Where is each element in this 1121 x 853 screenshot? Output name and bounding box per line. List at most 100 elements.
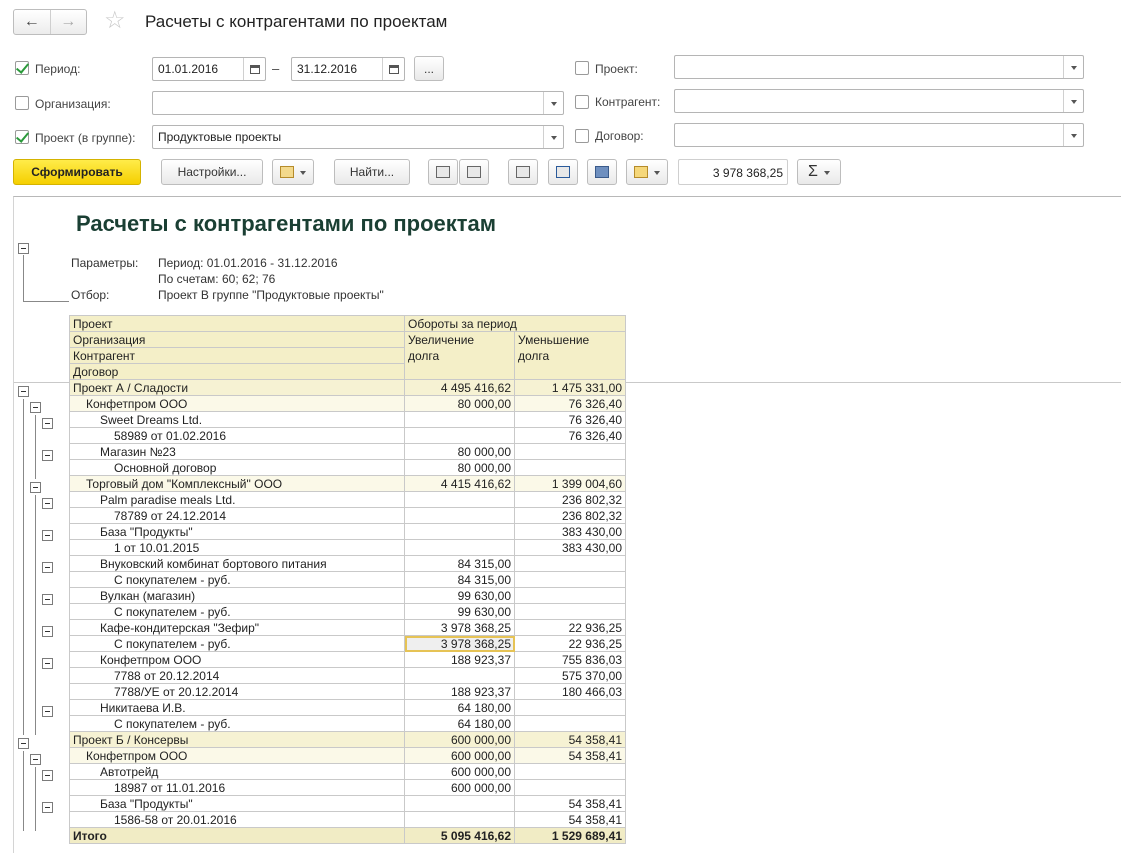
collapse-group-icon[interactable]	[30, 754, 41, 765]
collapse-group-icon[interactable]	[42, 706, 53, 717]
table-row[interactable]: Вулкан (магазин) 99 630,00	[69, 587, 626, 604]
collapse-group-icon[interactable]	[42, 594, 53, 605]
calendar-icon[interactable]	[243, 58, 265, 80]
organization-label: Организация:	[35, 97, 111, 111]
table-row[interactable]: Конфетпром ООО 80 000,00 76 326,40	[69, 395, 626, 412]
collapse-group-icon[interactable]	[42, 770, 53, 781]
project-group-field[interactable]: Продуктовые проекты	[152, 125, 564, 149]
variant-menu-button[interactable]	[272, 159, 314, 185]
table-row[interactable]: С покупателем - руб. 3 978 368,25 22 936,2…	[69, 635, 626, 652]
print-button[interactable]	[508, 159, 538, 185]
row-decrease: 22 936,25	[514, 619, 626, 636]
organization-field[interactable]	[152, 91, 564, 115]
table-row[interactable]: Проект Б / Консервы 600 000,00 54 358,41	[69, 731, 626, 748]
table-row[interactable]: 7788 от 20.12.2014 575 370,00	[69, 667, 626, 684]
expand-groups-button[interactable]	[459, 159, 489, 185]
date-to-field[interactable]: 31.12.2016	[291, 57, 405, 81]
table-row[interactable]: Торговый дом "Комплексный" ООО 4 415 416,…	[69, 475, 626, 492]
collapse-group-icon[interactable]	[18, 386, 29, 397]
table-row[interactable]: Palm paradise meals Ltd. 236 802,32	[69, 491, 626, 508]
table-row[interactable]: С покупателем - руб. 99 630,00	[69, 603, 626, 620]
dropdown-arrow-icon[interactable]	[543, 92, 563, 114]
organization-checkbox[interactable]	[15, 96, 29, 110]
header-debt: долга	[404, 347, 515, 364]
contract-checkbox[interactable]	[575, 129, 589, 143]
table-row[interactable]: С покупателем - руб. 84 315,00	[69, 571, 626, 588]
table-row[interactable]: 58989 от 01.02.2016 76 326,40	[69, 427, 626, 444]
dropdown-arrow-icon[interactable]	[1063, 56, 1083, 78]
row-increase	[404, 795, 515, 812]
table-row[interactable]: Проект А / Сладости 4 495 416,62 1 475 331…	[69, 379, 626, 396]
find-button[interactable]: Найти...	[334, 159, 410, 185]
row-name: 1 от 10.01.2015	[69, 539, 405, 556]
generate-button[interactable]: Сформировать	[13, 159, 141, 185]
header-counterparty: Контрагент	[69, 347, 405, 364]
collapse-group-icon[interactable]	[42, 450, 53, 461]
row-decrease	[514, 763, 626, 780]
table-row[interactable]: Никитаева И.В. 64 180,00	[69, 699, 626, 716]
table-row[interactable]: Внуковский комбинат бортового питания 84 …	[69, 555, 626, 572]
collapse-group-icon[interactable]	[42, 802, 53, 813]
collapse-group-icon[interactable]	[42, 626, 53, 637]
table-row[interactable]: Магазин №23 80 000,00	[69, 443, 626, 460]
date-from-field[interactable]: 01.01.2016	[152, 57, 266, 81]
collapse-groups-button[interactable]	[428, 159, 458, 185]
collapse-group-icon[interactable]	[42, 418, 53, 429]
table-row[interactable]: 7788/УЕ от 20.12.2014 188 923,37 180 466,0…	[69, 683, 626, 700]
project-group-checkbox[interactable]	[15, 130, 29, 144]
sum-mode-button[interactable]: Σ	[797, 159, 841, 185]
collapse-group-icon[interactable]	[42, 562, 53, 573]
period-checkbox[interactable]	[15, 61, 29, 75]
table-row[interactable]: Автотрейд 600 000,00	[69, 763, 626, 780]
collapse-header-icon[interactable]	[18, 243, 29, 254]
table-row[interactable]: 1586-58 от 20.01.2016 54 358,41	[69, 811, 626, 828]
project-checkbox[interactable]	[575, 61, 589, 75]
table-row[interactable]: Sweet Dreams Ltd. 76 326,40	[69, 411, 626, 428]
table-row[interactable]: База "Продукты" 383 430,00	[69, 523, 626, 540]
table-row[interactable]: Конфетпром ООО 188 923,37 755 836,03	[69, 651, 626, 668]
row-increase: 64 180,00	[404, 715, 515, 732]
table-row[interactable]: С покупателем - руб. 64 180,00	[69, 715, 626, 732]
table-row[interactable]: 1 от 10.01.2015 383 430,00	[69, 539, 626, 556]
dropdown-arrow-icon[interactable]	[1063, 124, 1083, 146]
favorite-star-icon[interactable]: ☆	[104, 8, 126, 34]
report-area[interactable]: Расчеты с контрагентами по проектам Пара…	[13, 196, 1121, 853]
collapse-group-icon[interactable]	[42, 658, 53, 669]
contract-field[interactable]	[674, 123, 1084, 147]
save-button[interactable]	[587, 159, 617, 185]
row-decrease	[514, 555, 626, 572]
table-row[interactable]: База "Продукты" 54 358,41	[69, 795, 626, 812]
total-row[interactable]: Итого 5 095 416,62 1 529 689,41	[69, 827, 626, 844]
counterparty-field[interactable]	[674, 89, 1084, 113]
calendar-icon[interactable]	[382, 58, 404, 80]
dropdown-arrow-icon[interactable]	[543, 126, 563, 148]
row-decrease: 1 399 004,60	[514, 475, 626, 492]
collapse-group-icon[interactable]	[18, 738, 29, 749]
settings-button[interactable]: Настройки...	[161, 159, 263, 185]
window-title: Расчеты с контрагентами по проектам	[145, 12, 448, 31]
table-row[interactable]: Конфетпром ООО 600 000,00 54 358,41	[69, 747, 626, 764]
table-row[interactable]: 18987 от 11.01.2016 600 000,00	[69, 779, 626, 796]
header-increase: Увеличение	[404, 331, 515, 348]
table-row[interactable]: 78789 от 24.12.2014 236 802,32	[69, 507, 626, 524]
gutter-line	[23, 255, 24, 301]
forward-arrow-icon[interactable]: →	[49, 10, 87, 34]
collapse-group-icon[interactable]	[42, 530, 53, 541]
table-row[interactable]: Основной договор 80 000,00	[69, 459, 626, 476]
counterparty-checkbox[interactable]	[575, 95, 589, 109]
printer-icon	[516, 166, 530, 178]
row-name: Итого	[69, 827, 405, 844]
project-field[interactable]	[674, 55, 1084, 79]
dropdown-arrow-icon[interactable]	[1063, 90, 1083, 112]
back-arrow-icon[interactable]: ←	[14, 10, 50, 34]
date-from-value: 01.01.2016	[158, 62, 219, 76]
table-row[interactable]: Кафе-кондитерская "Зефир" 3 978 368,25 22 …	[69, 619, 626, 636]
collapse-group-icon[interactable]	[30, 402, 41, 413]
preview-button[interactable]	[548, 159, 578, 185]
header-project: Проект	[69, 315, 405, 332]
row-increase: 600 000,00	[404, 747, 515, 764]
collapse-group-icon[interactable]	[42, 498, 53, 509]
period-select-button[interactable]: ...	[414, 56, 444, 81]
send-menu-button[interactable]	[626, 159, 668, 185]
collapse-group-icon[interactable]	[30, 482, 41, 493]
